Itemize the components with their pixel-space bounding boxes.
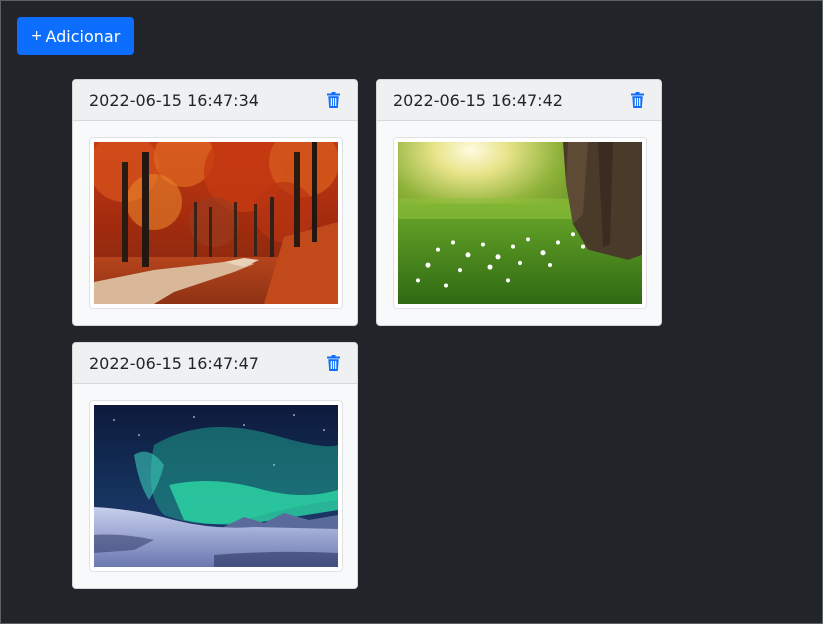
card-timestamp: 2022-06-15 16:47:34	[89, 90, 259, 110]
trash-icon[interactable]	[325, 354, 341, 372]
photo-thumbnail[interactable]	[89, 400, 343, 572]
trash-icon[interactable]	[325, 91, 341, 109]
autumn-forest-image	[94, 142, 338, 304]
aurora-image	[94, 405, 338, 567]
card-timestamp: 2022-06-15 16:47:42	[393, 90, 563, 110]
card-header: 2022-06-15 16:47:42	[377, 80, 661, 121]
photo-thumbnail[interactable]	[89, 137, 343, 309]
trash-icon[interactable]	[629, 91, 645, 109]
add-button[interactable]: + Adicionar	[17, 17, 134, 55]
photo-card: 2022-06-15 16:47:34	[72, 79, 358, 326]
photo-thumbnail[interactable]	[393, 137, 647, 309]
add-button-label: Adicionar	[45, 26, 121, 46]
photo-card: 2022-06-15 16:47:47	[72, 342, 358, 589]
card-header: 2022-06-15 16:47:47	[73, 343, 357, 384]
card-body	[73, 384, 357, 588]
card-timestamp: 2022-06-15 16:47:47	[89, 353, 259, 373]
card-body	[377, 121, 661, 325]
plus-icon: +	[30, 28, 43, 44]
card-body	[73, 121, 357, 325]
meadow-image	[398, 142, 642, 304]
card-header: 2022-06-15 16:47:34	[73, 80, 357, 121]
photo-card: 2022-06-15 16:47:42	[376, 79, 662, 326]
